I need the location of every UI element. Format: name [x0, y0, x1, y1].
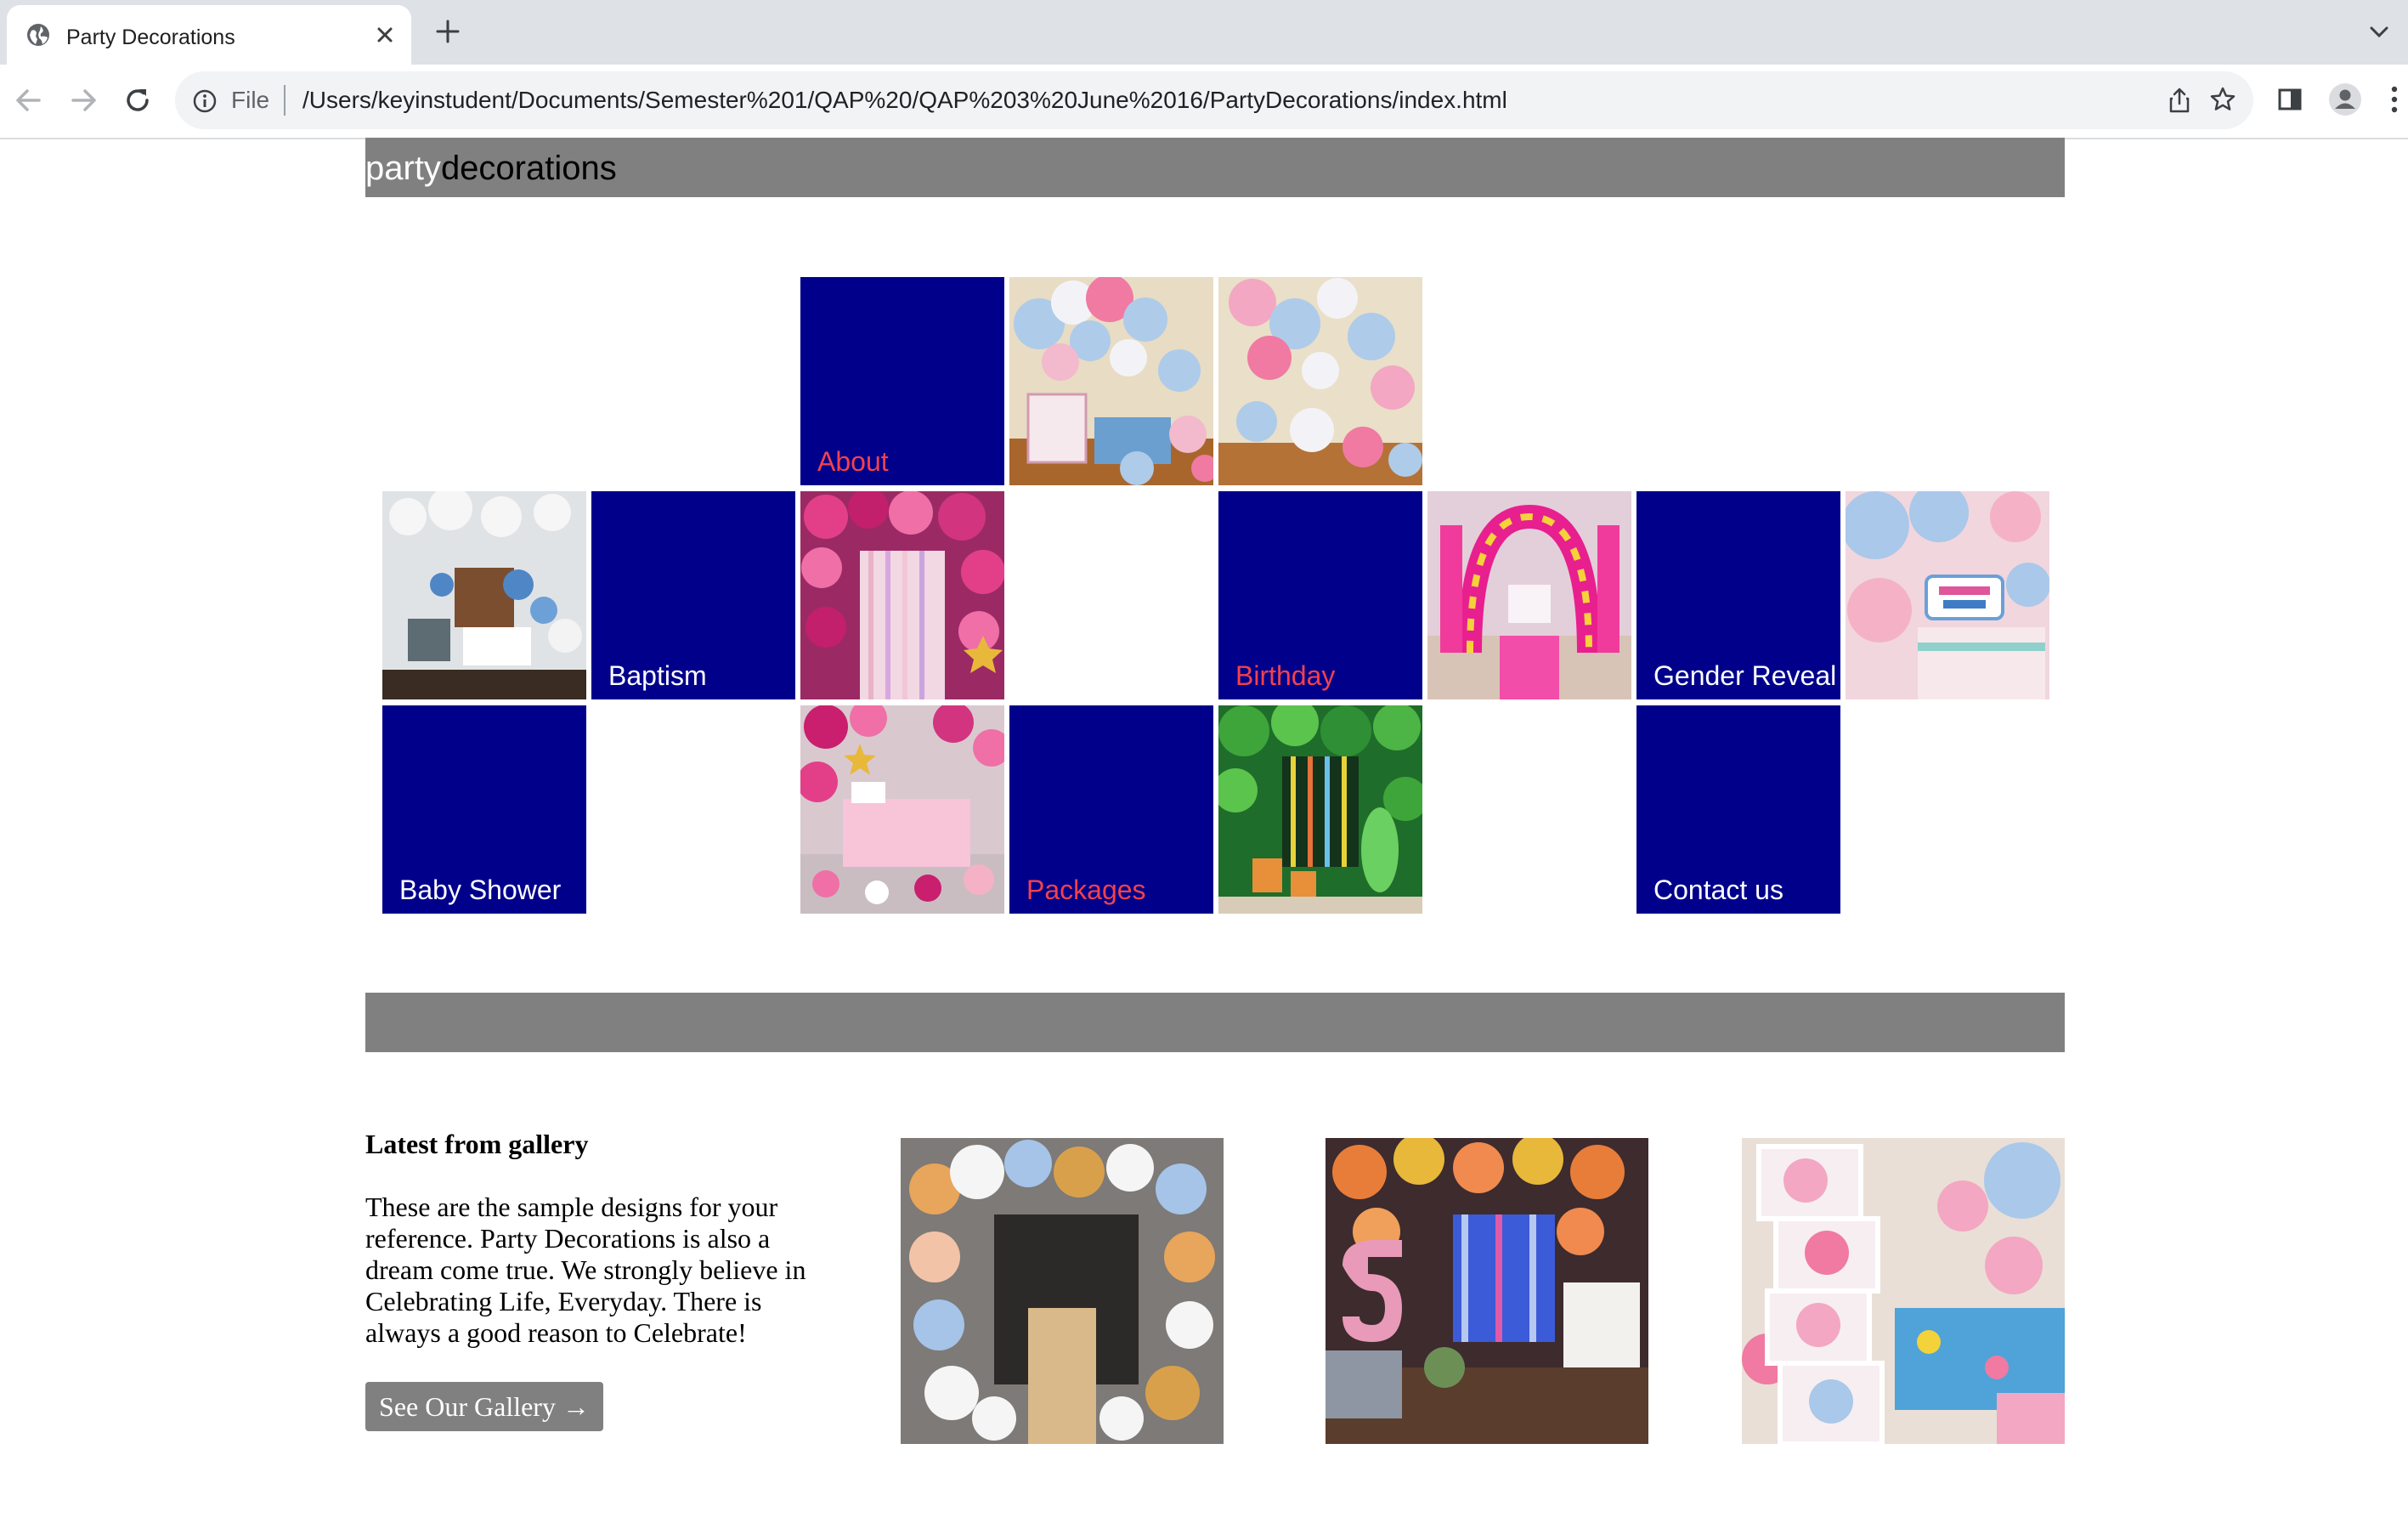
contact-link[interactable]: Contact us [1653, 873, 1783, 907]
site-header: partydecorations [365, 138, 2065, 197]
tile-birthday[interactable]: Birthday [1218, 491, 1422, 699]
tile-baptism[interactable]: Baptism [591, 491, 795, 699]
birthday-link[interactable]: Birthday [1235, 659, 1335, 693]
chevron-down-icon[interactable] [2369, 25, 2389, 39]
see-gallery-button[interactable]: See Our Gallery → [365, 1382, 603, 1431]
gallery-description: These are the sample designs for your re… [365, 1192, 806, 1348]
section-divider [365, 993, 2065, 1052]
tab-title: Party Decorations [66, 25, 235, 49]
packages-link[interactable]: Packages [1026, 873, 1146, 907]
jungle-photo [1218, 705, 1422, 914]
browser-tab[interactable]: Party Decorations [7, 5, 411, 65]
side-panel-icon[interactable] [2277, 87, 2303, 112]
gender-reveal-photo [1846, 491, 2049, 699]
info-icon[interactable] [192, 88, 218, 114]
balloon-photo-1 [1009, 277, 1213, 485]
scheme-label: File [231, 87, 270, 113]
tile-contact[interactable]: Contact us [1636, 705, 1840, 914]
plus-icon[interactable] [435, 19, 461, 44]
tile-packages[interactable]: Packages [1009, 705, 1213, 914]
close-icon[interactable] [376, 25, 394, 44]
gallery-image-65th[interactable] [1326, 1138, 1648, 1444]
logo-decorations: decorations [440, 150, 617, 187]
balloon-photo-2 [1218, 277, 1422, 485]
logo-party: party [365, 150, 441, 187]
forward-arrow-icon[interactable] [66, 83, 100, 117]
baptism-photo [382, 491, 586, 699]
tile-gender-reveal[interactable]: Gender Reveal [1636, 491, 1840, 699]
gallery-heading: Latest from gallery [365, 1129, 589, 1159]
browser-toolbar: File /Users/keyinstudent/Documents/Semes… [0, 65, 2408, 139]
pink-arch-photo [800, 491, 1004, 699]
share-icon[interactable] [2167, 87, 2192, 114]
star-icon[interactable] [2209, 86, 2236, 113]
globe-icon [27, 24, 49, 46]
tile-about[interactable]: About [800, 277, 1004, 485]
birthday-photo [1427, 491, 1631, 699]
url-text[interactable]: /Users/keyinstudent/Documents/Semester%2… [302, 87, 1507, 114]
gallery-image-baby-blocks[interactable] [1742, 1138, 2065, 1444]
profile-icon[interactable] [2328, 82, 2362, 116]
kebab-menu-icon[interactable] [2389, 85, 2400, 114]
baptism-link[interactable]: Baptism [608, 659, 707, 693]
tile-baby-shower[interactable]: Baby Shower [382, 705, 586, 914]
address-bar[interactable]: File /Users/keyinstudent/Documents/Semes… [175, 71, 2253, 129]
back-arrow-icon[interactable] [12, 83, 46, 117]
omnibox-separator [284, 85, 285, 116]
about-link[interactable]: About [817, 444, 889, 478]
pink-party-photo [800, 705, 1004, 914]
gender-reveal-link[interactable]: Gender Reveal [1653, 659, 1836, 693]
reload-icon[interactable] [121, 83, 155, 117]
tab-strip: Party Decorations [0, 0, 2408, 65]
baby-shower-link[interactable]: Baby Shower [399, 873, 561, 907]
gallery-image-arch[interactable] [901, 1138, 1224, 1444]
site-logo[interactable]: partydecorations [365, 150, 617, 187]
